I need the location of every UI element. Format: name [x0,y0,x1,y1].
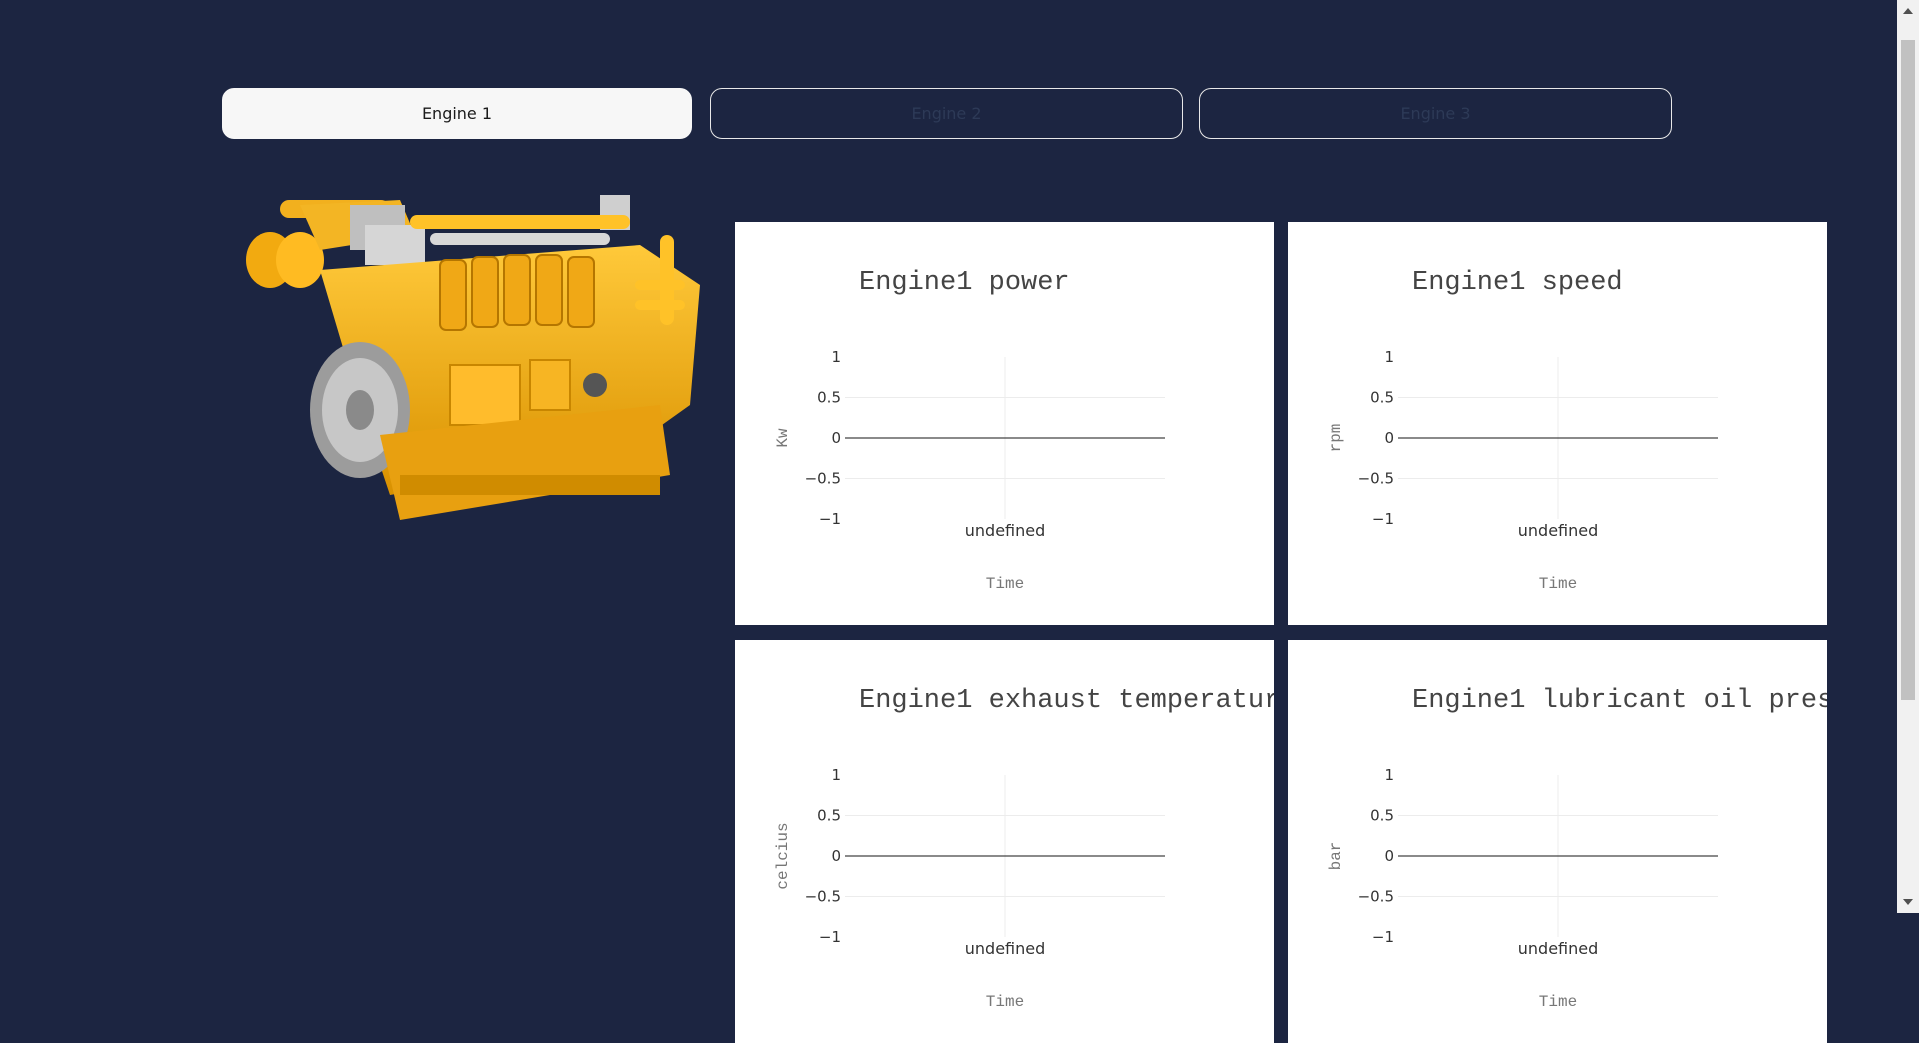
y-axis-title: bar [1327,842,1345,871]
chart-title: Engine1 lubricant oil pressure [1412,686,1827,716]
y-tick-label: 1 [1384,348,1394,366]
tab-engine-2[interactable]: Engine 2 [710,88,1183,139]
engine-image [240,175,710,520]
x-tick-label: undefined [1518,939,1599,958]
x-axis-title: Time [986,993,1024,1011]
tab-engine-1[interactable]: Engine 1 [222,88,692,139]
scroll-down-icon[interactable] [1903,899,1913,905]
scroll-thumb[interactable] [1901,40,1915,700]
y-tick-label: 1 [1384,766,1394,784]
y-tick-label: −0.5 [805,888,841,906]
y-tick-label: 1 [831,348,841,366]
y-tick-label: −0.5 [1358,470,1394,488]
y-tick-label: 0.5 [817,807,841,825]
y-axis-title: rpm [1327,424,1345,453]
chart-title: Engine1 exhaust temperature [859,686,1274,716]
chart-svg: Engine1 speed 1 0.5 0 −0.5 −1 undefined Time rpm [1327,268,1718,593]
y-axis-title: celcius [774,822,792,889]
y-tick-label: 1 [831,766,841,784]
chart-svg: Engine1 lubricant oil pressure 1 0.5 0 −0.5 −… [1327,686,1827,1011]
y-tick-label: −1 [1372,928,1394,946]
y-tick-label: −1 [819,510,841,528]
y-tick-label: 0 [831,847,841,865]
y-tick-label: 0 [1384,429,1394,447]
x-axis-title: Time [1539,993,1577,1011]
chart-svg: Engine1 exhaust temperature 1 0.5 0 −0.5 −1 un… [774,686,1274,1011]
tab-engine-3[interactable]: Engine 3 [1199,88,1672,139]
x-axis-title: Time [1539,575,1577,593]
y-tick-label: 0 [831,429,841,447]
x-tick-label: undefined [965,939,1046,958]
x-axis-title: Time [986,575,1024,593]
chart-panel-4[interactable]: Engine1 lubricant oil pressure 1 0.5 0 −0.5 −… [1288,640,1827,1043]
y-tick-label: 0.5 [1370,389,1394,407]
y-tick-label: −0.5 [1358,888,1394,906]
chart-title: Engine1 speed [1412,268,1623,298]
y-tick-label: −1 [819,928,841,946]
chart-panel-3[interactable]: Engine1 exhaust temperature 1 0.5 0 −0.5 −1 un… [735,640,1274,1043]
chart-svg: Engine1 power 1 0.5 0 −0.5 −1 undefined Time Kw [774,268,1165,593]
engine-tabs: Engine 1 Engine 2 Engine 3 [222,88,1672,141]
chart-title: Engine1 power [859,268,1070,298]
page-scrollbar[interactable] [1897,0,1919,913]
y-tick-label: −0.5 [805,470,841,488]
chart-panel-2[interactable]: Engine1 speed 1 0.5 0 −0.5 −1 undefined Time rpm [1288,222,1827,625]
y-tick-label: 0.5 [817,389,841,407]
chart-panel-1[interactable]: Engine1 power 1 0.5 0 −0.5 −1 undefined Time Kw [735,222,1274,625]
x-tick-label: undefined [965,521,1046,540]
y-tick-label: −1 [1372,510,1394,528]
y-tick-label: 0 [1384,847,1394,865]
y-tick-label: 0.5 [1370,807,1394,825]
y-axis-title: Kw [774,428,792,448]
x-tick-label: undefined [1518,521,1599,540]
scroll-up-icon[interactable] [1903,8,1913,14]
